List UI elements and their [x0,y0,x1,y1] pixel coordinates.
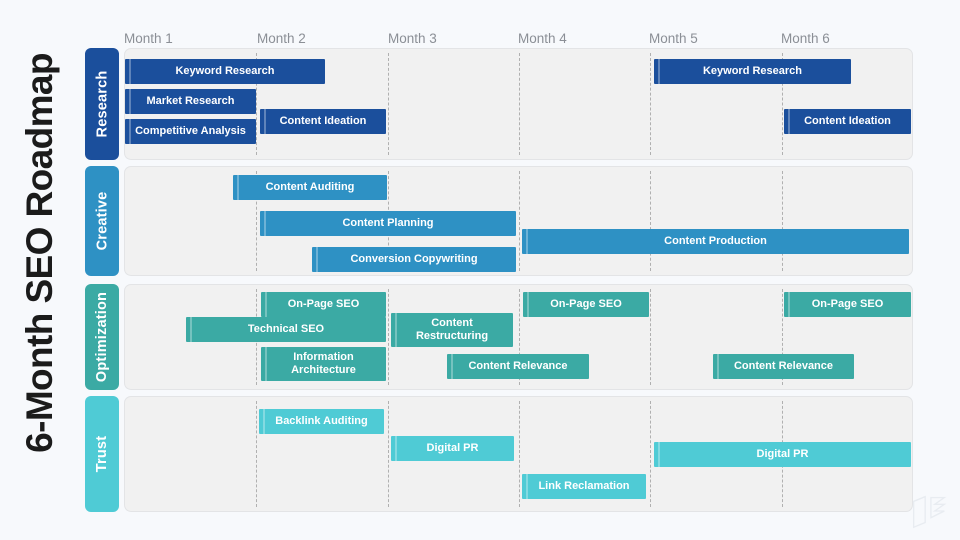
month-gridline-5 [650,289,651,385]
month-gridline-4 [519,171,520,271]
task-bar-label: On-Page SEO [811,298,884,311]
task-bar[interactable]: Conversion Copywriting [312,247,516,272]
task-bar[interactable]: Backlink Auditing [259,409,384,434]
task-bar[interactable]: Market Research [125,89,256,114]
task-bar[interactable]: Technical SEO [186,317,386,342]
task-bar-label: Content Restructuring [415,317,489,342]
month-label-6: Month 6 [781,31,830,46]
task-bar-label: Link Reclamation [538,480,630,493]
task-bar-label: Backlink Auditing [275,415,368,428]
month-gridline-5 [650,171,651,271]
month-gridline-2 [256,401,257,507]
task-bar[interactable]: On-Page SEO [261,292,386,317]
task-bar[interactable]: Content Production [522,229,909,254]
month-gridline-6 [782,171,783,271]
swimlane-label-research[interactable]: Research [85,48,119,160]
task-bar[interactable]: Content Ideation [260,109,386,134]
task-bar[interactable]: Content Relevance [713,354,854,379]
month-label-5: Month 5 [649,31,698,46]
task-bar-label: Content Ideation [804,115,891,128]
title-container: 6-Month SEO Roadmap [0,0,80,540]
swimlane-label-text: Creative [94,191,110,251]
month-gridline-3 [388,53,389,155]
swimlane-track-creative: Content Auditing Content Planning Content … [124,166,913,276]
swimlane-track-optimization: On-Page SEO On-Page SEO On-Page SEO Content… [124,284,913,390]
month-label-3: Month 3 [388,31,437,46]
task-bar[interactable]: Information Architecture [261,347,386,381]
task-bar[interactable]: Digital PR [391,436,514,461]
task-bar-label: Content Relevance [468,360,568,373]
task-bar[interactable]: Content Restructuring [391,313,513,347]
month-gridline-5 [650,401,651,507]
task-bar-label: Keyword Research [175,65,275,78]
swimlane-label-text: Trust [94,435,111,473]
task-bar[interactable]: Content Ideation [784,109,911,134]
task-bar[interactable]: Keyword Research [654,59,851,84]
task-bar-label: Technical SEO [247,323,325,336]
task-bar-label: Keyword Research [702,65,803,78]
task-bar-label: Content Relevance [733,360,834,373]
task-bar[interactable]: Link Reclamation [522,474,646,499]
task-bar[interactable]: Digital PR [654,442,911,467]
month-label-4: Month 4 [518,31,567,46]
task-bar-label: Content Planning [342,217,434,230]
swimlane-track-trust: Backlink Auditing Digital PR Digital PR Lin… [124,396,913,512]
month-label-1: Month 1 [124,31,173,46]
month-gridline-4 [519,401,520,507]
task-bar[interactable]: Content Planning [260,211,516,236]
task-bar[interactable]: Competitive Analysis [125,119,256,144]
task-bar-label: On-Page SEO [287,298,360,311]
swimlane-label-text: Research [94,70,110,138]
month-gridline-3 [388,401,389,507]
task-bar-label: Information Architecture [291,351,356,376]
task-bar[interactable]: Keyword Research [125,59,325,84]
month-gridline-4 [519,53,520,155]
task-bar[interactable]: On-Page SEO [784,292,911,317]
swimlane-label-text: Optimization [94,291,111,383]
month-label-2: Month 2 [257,31,306,46]
task-bar[interactable]: On-Page SEO [523,292,649,317]
task-bar-label: Market Research [146,95,235,108]
month-gridline-3 [388,289,389,385]
roadmap-canvas: 6-Month SEO Roadmap Month 1 Month 2 Month … [0,0,960,540]
task-bar-label: Content Auditing [265,181,355,194]
month-gridline-5 [650,53,651,155]
task-bar[interactable]: Content Relevance [447,354,589,379]
swimlane-track-research: Keyword Research Market Research Content I… [124,48,913,160]
swimlane-label-trust[interactable]: Trust [85,396,119,512]
task-bar-label: Content Ideation [279,115,367,128]
task-bar-label: On-Page SEO [550,298,622,311]
brand-watermark-icon [912,495,947,529]
task-bar-label: Digital PR [426,442,479,455]
swimlane-label-optimization[interactable]: Optimization [85,284,119,390]
task-bar-label: Conversion Copywriting [350,253,478,266]
task-bar[interactable]: Content Auditing [233,175,387,200]
page-title: 6-Month SEO Roadmap [19,53,60,453]
task-bar-label: Content Production [664,235,767,248]
task-bar-label: Competitive Analysis [135,125,246,138]
task-bar-label: Digital PR [756,448,809,461]
swimlane-label-creative[interactable]: Creative [85,166,119,276]
